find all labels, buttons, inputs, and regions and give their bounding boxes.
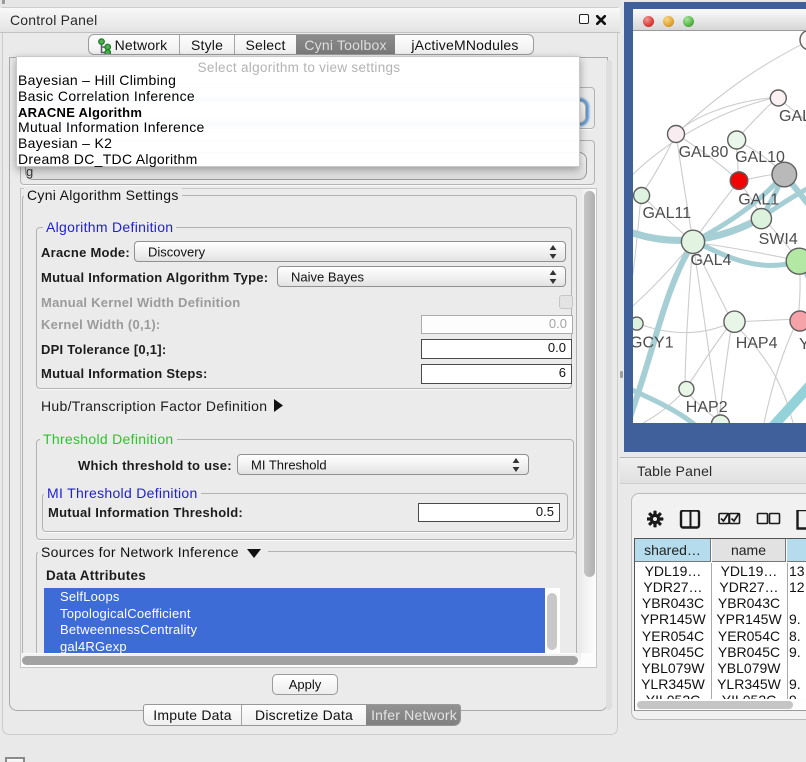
svg-text:GAL80: GAL80	[679, 144, 729, 161]
svg-text:GAL8: GAL8	[779, 108, 806, 125]
svg-text:SWI4: SWI4	[759, 231, 798, 248]
svg-text:GAL4: GAL4	[691, 252, 732, 269]
svg-text:GAL11: GAL11	[642, 205, 691, 222]
svg-text:GAL1: GAL1	[738, 192, 779, 209]
svg-text:GAL10: GAL10	[735, 149, 785, 166]
svg-text:YM: YM	[799, 336, 806, 353]
svg-text:GCY1: GCY1	[633, 335, 674, 352]
svg-text:HAP2: HAP2	[686, 399, 728, 416]
svg-text:HAP4: HAP4	[736, 335, 778, 352]
